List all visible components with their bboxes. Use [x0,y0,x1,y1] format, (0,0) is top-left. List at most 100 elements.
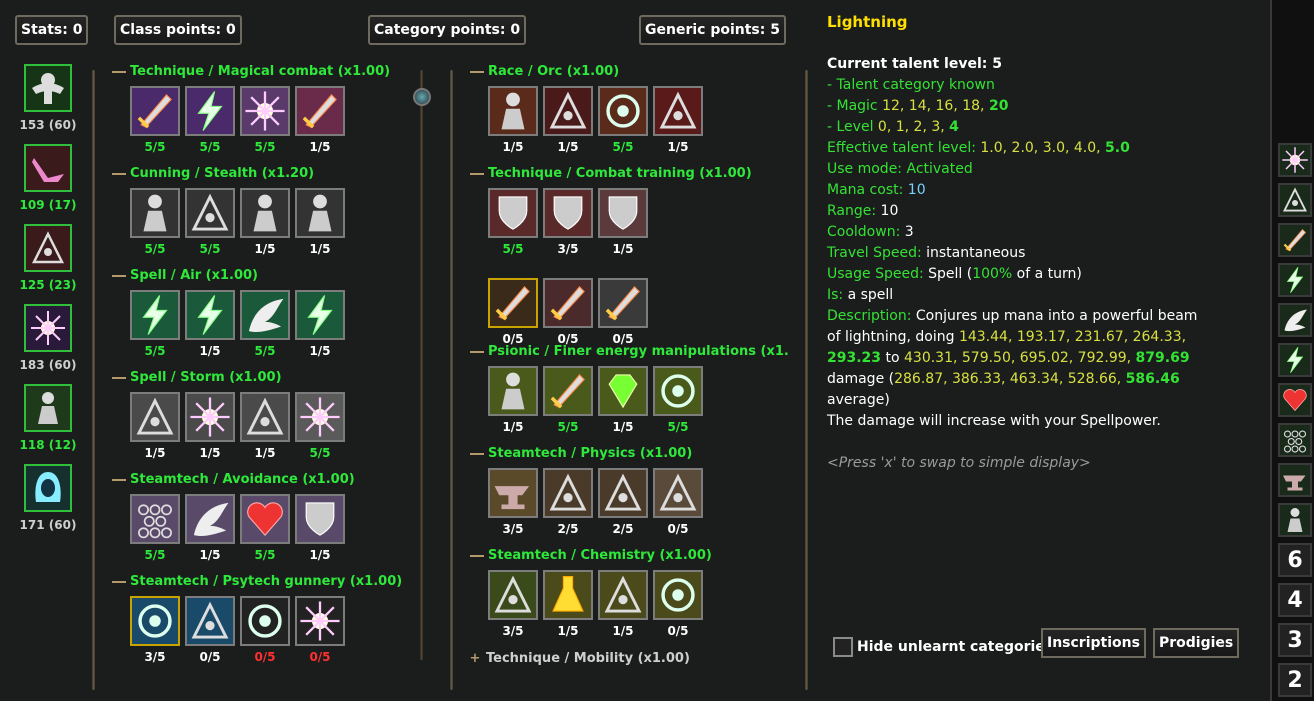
scythe-icon[interactable] [185,188,235,238]
hotbar-thunder-claw-icon[interactable] [1278,263,1312,297]
category-points-button[interactable]: Category points: 0 [368,15,527,45]
stat-dexterity-icon[interactable] [24,144,72,192]
talent-category[interactable]: Race / Orc (x1.00) [470,64,619,79]
stat-constitution-icon[interactable] [24,224,72,272]
sprout-icon[interactable] [488,570,538,620]
armor-chest-icon[interactable] [543,188,593,238]
spiral-orb-icon[interactable] [653,366,703,416]
hotbar-heart-shield-icon[interactable] [1278,383,1312,417]
hotkey-3[interactable]: 3 [1278,623,1312,657]
hide-unlearnt-checkbox[interactable] [833,637,853,657]
mana-cost: Mana cost: 10 [827,182,926,198]
collapse-icon [112,274,126,277]
water-drop-icon[interactable] [130,392,180,442]
talent-level: 5/5 [254,140,276,154]
stats-points-button[interactable]: Stats: 0 [15,15,89,45]
stat-willpower-icon[interactable] [24,384,72,432]
chain-mail-icon[interactable] [130,494,180,544]
talent-category[interactable]: Spell / Air (x1.00) [112,268,258,283]
scrollbar-thumb[interactable] [413,88,431,106]
thunder-claw-icon[interactable] [295,290,345,340]
talent-category[interactable]: Technique / Combat training (x1.00) [470,166,752,181]
talent-category[interactable]: Spell / Storm (x1.00) [112,370,282,385]
tesla-coil-icon[interactable] [598,468,648,518]
lightning-book-icon[interactable] [185,86,235,136]
winged-sword-icon[interactable] [543,278,593,328]
talent-category[interactable]: Cunning / Stealth (x1.20) [112,166,314,181]
talent-category[interactable]: Steamtech / Avoidance (x1.00) [112,472,355,487]
collapse-icon [470,350,484,353]
hotbar-lightning-bolt-icon[interactable] [1278,343,1312,377]
category-label: Steamtech / Avoidance (x1.00) [130,472,355,487]
bloody-dagger-icon[interactable] [598,278,648,328]
chain-lightning-icon[interactable] [185,290,235,340]
class-points-button[interactable]: Class points: 0 [114,15,242,45]
collapsed-category[interactable]: + Technique / Mobility (x1.00) [468,651,690,666]
stat-strength-icon[interactable] [24,64,72,112]
talent-category[interactable]: Steamtech / Chemistry (x1.00) [470,548,712,563]
scrollbar-track[interactable] [420,70,423,660]
dodging-figure-icon[interactable] [295,188,345,238]
talent-category[interactable]: Steamtech / Psytech gunnery (x1.00) [112,574,402,589]
stat-magic-icon[interactable] [24,304,72,352]
flame-blade-icon[interactable] [295,86,345,136]
fire-bomb-icon[interactable] [598,570,648,620]
war-flag-icon[interactable] [653,86,703,136]
energy-blade-icon[interactable] [543,366,593,416]
talent-category[interactable]: Technique / Magical combat (x1.00) [112,64,390,79]
hotbar-anvil-icon[interactable] [1278,463,1312,497]
running-man-icon[interactable] [130,188,180,238]
orc-face-icon[interactable] [488,86,538,136]
prodigies-button[interactable]: Prodigies [1153,628,1240,658]
talent-category[interactable]: Psionic / Finer energy manipulations (x1… [470,344,789,359]
hotkey-2[interactable]: 2 [1278,663,1312,697]
hotbar-chain-mail-icon[interactable] [1278,423,1312,457]
hotkey-4[interactable]: 4 [1278,583,1312,617]
collapse-icon [470,70,484,73]
arcane-sword-icon[interactable] [130,86,180,136]
hotbar-tidal-wave-icon[interactable] [1278,183,1312,217]
nova-icon[interactable] [185,392,235,442]
talent-level: 1/5 [254,446,276,460]
stat-cunning-icon[interactable] [24,464,72,512]
heart-shield-icon[interactable] [240,494,290,544]
anvil-icon[interactable] [488,468,538,518]
hotbar-mask-icon[interactable] [1278,503,1312,537]
crossed-swords-icon[interactable] [488,278,538,328]
wing-icon[interactable] [240,290,290,340]
striped-shield-icon[interactable] [295,494,345,544]
generic-points-button[interactable]: Generic points: 5 [639,15,786,45]
tidal-wave-icon[interactable] [240,392,290,442]
swirl-icon[interactable] [598,86,648,136]
sun-burst-icon[interactable] [240,86,290,136]
psionic-figure-icon[interactable] [488,366,538,416]
robot-arm-icon[interactable] [543,468,593,518]
hooded-figure-icon[interactable] [240,188,290,238]
storm-burst-icon[interactable] [295,392,345,442]
dark-burst-icon[interactable] [295,596,345,646]
chest-plate-icon[interactable] [598,188,648,238]
psionic-shot-icon[interactable] [130,596,180,646]
mushroom-icon[interactable] [185,596,235,646]
armor-arm-icon[interactable] [488,188,538,238]
steam-engine-icon[interactable] [653,468,703,518]
talent-is: Is: a spell [827,287,894,303]
flask-icon[interactable] [543,570,593,620]
category-label: Technique / Magical combat (x1.00) [130,64,391,79]
inscriptions-button[interactable]: Inscriptions [1041,628,1146,658]
talent-category[interactable]: Steamtech / Physics (x1.00) [470,446,692,461]
hotbar-arcane-sword-icon[interactable] [1278,223,1312,257]
hotkey-6[interactable]: 6 [1278,543,1312,577]
talent-level: 1/5 [254,242,276,256]
gem-icon[interactable] [598,366,648,416]
eye-rune-icon[interactable] [653,570,703,620]
dark-orb-icon[interactable] [240,596,290,646]
talent-level: 5/5 [144,548,166,562]
hotbar-sun-burst-icon[interactable] [1278,143,1312,177]
lightning-bolt-icon[interactable] [130,290,180,340]
angel-wings-icon[interactable] [185,494,235,544]
hotbar-wing-icon[interactable] [1278,303,1312,337]
talent-level: 1/5 [309,242,331,256]
blood-bars-icon[interactable] [543,86,593,136]
talent-description: Lightning Current talent level: 5 - Tale… [827,12,1227,474]
